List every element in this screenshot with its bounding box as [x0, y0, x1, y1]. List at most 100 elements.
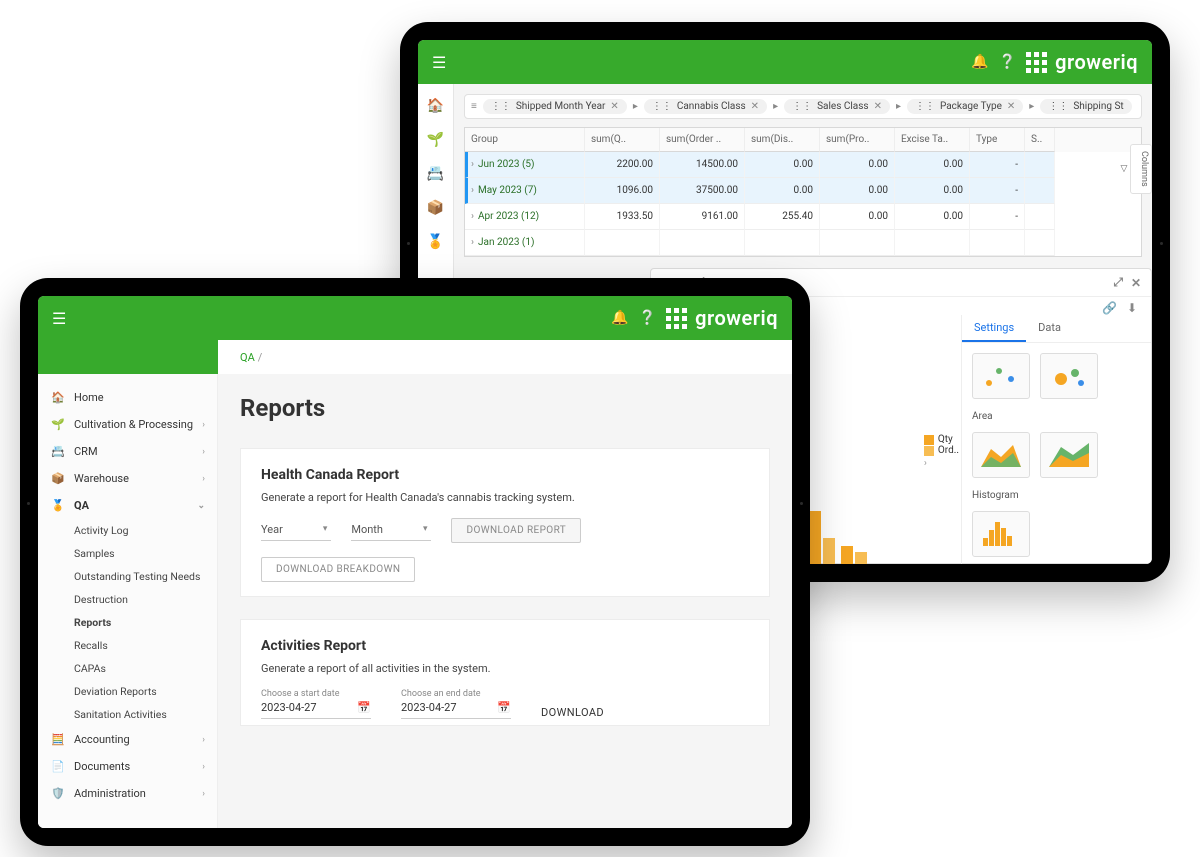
table-row[interactable]: ›May 2023 (7) 1096.00 37500.00 0.00 0.00… [465, 178, 1141, 204]
sidebar-item-administration[interactable]: 🛡️Administration› [38, 780, 217, 807]
qa-submenu: Activity Log Samples Outstanding Testing… [38, 519, 217, 726]
close-icon[interactable]: ✕ [610, 101, 618, 112]
expand-icon[interactable]: › [471, 185, 474, 196]
year-select[interactable]: Year▾ [261, 521, 331, 541]
nav-label: Cultivation & Processing [74, 418, 193, 431]
rail-home-icon[interactable]: 🏠 [428, 98, 444, 114]
chart-legend: Qty Ord.. › [924, 434, 959, 469]
filter-bar[interactable]: ≡ ⋮⋮Shipped Month Year✕ ▸ ⋮⋮Cannabis Cla… [464, 94, 1142, 119]
sidebar-item-accounting[interactable]: 🧮Accounting› [38, 726, 217, 753]
download-icon[interactable]: ⬇ [1127, 301, 1137, 315]
col-pro[interactable]: sum(Pro.. [820, 128, 895, 152]
help-icon[interactable]: ❔ [639, 310, 656, 326]
col-order[interactable]: sum(Order .. [660, 128, 745, 152]
sub-capas[interactable]: CAPAs [74, 657, 217, 680]
brand: groweriq [1026, 50, 1138, 74]
brand: groweriq [666, 306, 778, 330]
sub-sanitation[interactable]: Sanitation Activities [74, 703, 217, 726]
tab-settings[interactable]: Settings [962, 315, 1026, 342]
col-excise[interactable]: Excise Ta.. [895, 128, 970, 152]
cell: - [970, 204, 1025, 230]
chart-type-bubble[interactable] [1040, 353, 1098, 399]
cell: 0.00 [820, 152, 895, 178]
table-row[interactable]: ›Jan 2023 (1) [465, 230, 1141, 256]
download-report-button[interactable]: DOWNLOAD REPORT [451, 518, 581, 543]
col-type[interactable]: Type [970, 128, 1025, 152]
chart-type-area[interactable] [972, 432, 1030, 478]
filter-pill[interactable]: ⋮⋮Package Type✕ [907, 99, 1023, 114]
columns-tab[interactable]: Columns [1139, 151, 1149, 187]
col-dis[interactable]: sum(Dis.. [745, 128, 820, 152]
cell: 0.00 [745, 152, 820, 178]
brand-grid-icon [1026, 52, 1047, 73]
col-group[interactable]: Group [465, 128, 585, 152]
month-select[interactable]: Month▾ [351, 521, 431, 541]
sidebar: 🏠Home 🌱Cultivation & Processing› 📇CRM› 📦… [38, 374, 218, 828]
sidebar-item-cultivation[interactable]: 🌱Cultivation & Processing› [38, 411, 217, 438]
rail-warehouse-icon[interactable]: 📦 [428, 200, 444, 216]
expand-icon[interactable]: › [471, 159, 474, 170]
cell: - [970, 152, 1025, 178]
col-sumq[interactable]: sum(Q.. [585, 128, 660, 152]
sidebar-item-home[interactable]: 🏠Home [38, 384, 217, 411]
row-grip-icon[interactable]: ≡ [471, 101, 477, 112]
expand-icon[interactable]: ⤢ [1113, 275, 1123, 290]
grid-tool-rail[interactable]: Columns ▽ [1130, 144, 1152, 194]
bell-icon[interactable]: 🔔 [971, 54, 988, 70]
close-icon[interactable]: ✕ [751, 101, 759, 112]
cell: May 2023 (7) [478, 185, 537, 196]
sub-recalls[interactable]: Recalls [74, 634, 217, 657]
filter-pill[interactable]: ⋮⋮Cannabis Class✕ [644, 99, 767, 114]
cell: 0.00 [895, 152, 970, 178]
filter-pill[interactable]: ⋮⋮Shipping St [1040, 99, 1131, 114]
end-date-field[interactable]: Choose an end date 2023-04-27📅 [401, 689, 511, 719]
sub-activity[interactable]: Activity Log [74, 519, 217, 542]
tab-data[interactable]: Data [1026, 315, 1073, 342]
close-icon[interactable]: ✕ [1131, 276, 1141, 290]
home-icon: 🏠 [50, 391, 66, 404]
start-date-field[interactable]: Choose a start date 2023-04-27📅 [261, 689, 371, 719]
month-label: Month [351, 523, 383, 536]
calendar-icon[interactable]: 📅 [357, 701, 371, 714]
rail-qa-icon[interactable]: 🏅 [428, 234, 444, 250]
calendar-icon[interactable]: 📅 [497, 701, 511, 714]
filter-pill[interactable]: ⋮⋮Shipped Month Year✕ [483, 99, 627, 114]
sub-outstanding[interactable]: Outstanding Testing Needs [74, 565, 217, 588]
close-icon[interactable]: ✕ [1007, 101, 1015, 112]
legend-ord: Ord.. [938, 445, 959, 456]
table-row[interactable]: ›Apr 2023 (12) 1933.50 9161.00 255.40 0.… [465, 204, 1141, 230]
expand-icon[interactable]: › [471, 237, 474, 248]
download-activities-button[interactable]: DOWNLOAD [541, 706, 604, 719]
menu-icon[interactable]: ☰ [432, 53, 446, 72]
filter-pill[interactable]: ⋮⋮Sales Class✕ [784, 99, 890, 114]
bell-icon[interactable]: 🔔 [611, 310, 628, 326]
filters-tab[interactable]: ▽ [1119, 164, 1129, 174]
chart-type-histogram[interactable] [972, 511, 1030, 557]
filter-label: Shipping St [1073, 101, 1123, 112]
crumb-qa[interactable]: QA [240, 351, 255, 364]
chart-type-area-stacked[interactable] [1040, 432, 1098, 478]
breadcrumb[interactable]: QA/ [240, 351, 265, 364]
table-row[interactable]: ›Jun 2023 (5) 2200.00 14500.00 0.00 0.00… [465, 152, 1141, 178]
section-histogram: Histogram [962, 488, 1151, 501]
rail-crm-icon[interactable]: 📇 [428, 166, 444, 182]
sidebar-item-qa[interactable]: 🏅QA⌄ [38, 492, 217, 519]
health-canada-card: Health Canada Report Generate a report f… [240, 448, 770, 597]
rail-cultivation-icon[interactable]: 🌱 [428, 132, 444, 148]
sidebar-item-warehouse[interactable]: 📦Warehouse› [38, 465, 217, 492]
sidebar-item-documents[interactable]: 📄Documents› [38, 753, 217, 780]
col-s[interactable]: S.. [1025, 128, 1055, 152]
link-icon[interactable]: 🔗 [1102, 301, 1117, 315]
sub-destruction[interactable]: Destruction [74, 588, 217, 611]
sub-reports[interactable]: Reports [74, 611, 217, 634]
expand-icon[interactable]: › [471, 211, 474, 222]
menu-icon[interactable]: ☰ [52, 309, 66, 328]
chart-type-scatter[interactable] [972, 353, 1030, 399]
download-breakdown-button[interactable]: DOWNLOAD BREAKDOWN [261, 557, 415, 582]
legend-more-icon[interactable]: › [924, 458, 959, 469]
close-icon[interactable]: ✕ [874, 101, 882, 112]
sub-deviation[interactable]: Deviation Reports [74, 680, 217, 703]
help-icon[interactable]: ❔ [999, 54, 1016, 70]
sidebar-item-crm[interactable]: 📇CRM› [38, 438, 217, 465]
sub-samples[interactable]: Samples [74, 542, 217, 565]
